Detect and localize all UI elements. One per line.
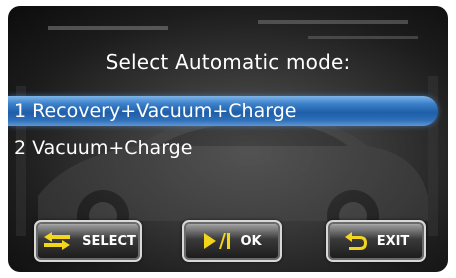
menu-item-vacuum-charge[interactable]: 2 Vacuum+Charge [8,133,448,163]
mode-menu: 1 Recovery+Vacuum+Charge 2 Vacuum+Charge [8,96,448,170]
select-button-label: SELECT [82,233,136,249]
exit-button[interactable]: EXIT [326,220,426,262]
button-bar: SELECT OK EXIT [8,220,448,264]
display-screen: Select Automatic mode: 1 Recovery+Vacuum… [8,6,448,272]
ok-button[interactable]: OK [182,220,282,262]
menu-item-label: 2 Vacuum+Charge [14,137,193,159]
ok-button-label: OK [240,233,262,249]
screen-title: Select Automatic mode: [105,50,351,74]
back-arrow-icon [343,230,369,252]
select-button[interactable]: SELECT [34,220,142,262]
device-frame: Select Automatic mode: 1 Recovery+Vacuum… [0,0,456,278]
menu-item-recovery-vacuum-charge[interactable]: 1 Recovery+Vacuum+Charge [8,96,438,126]
menu-item-label: 1 Recovery+Vacuum+Charge [14,100,297,122]
play-pause-icon [202,231,232,251]
swap-arrows-icon [40,230,74,252]
exit-button-label: EXIT [376,233,410,249]
